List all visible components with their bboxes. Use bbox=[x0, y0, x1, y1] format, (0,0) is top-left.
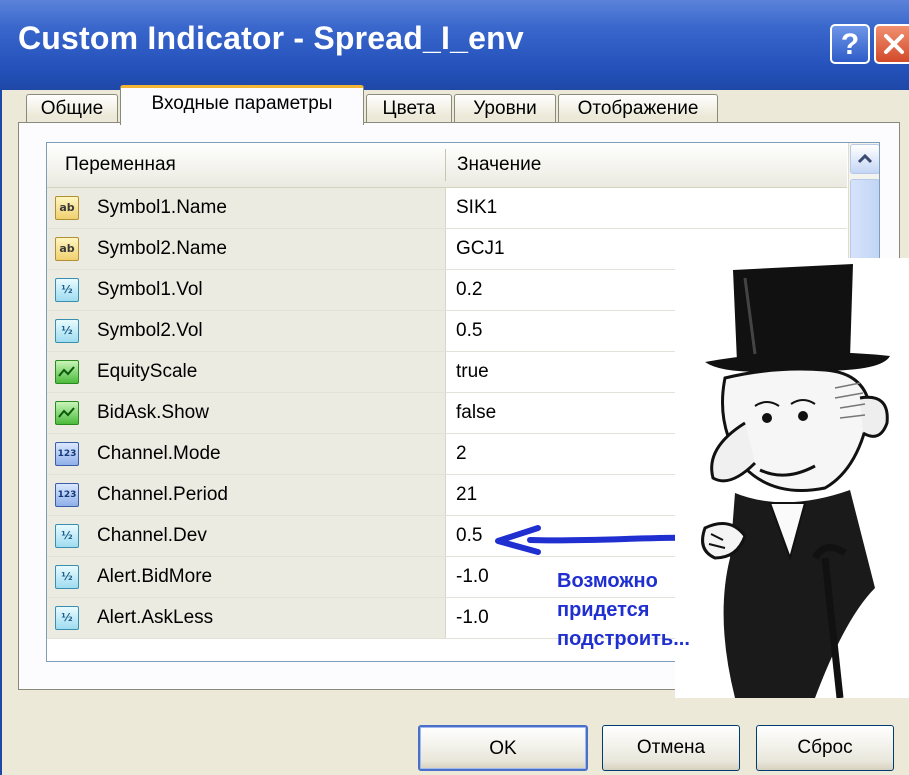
variable-value: 0.2 bbox=[456, 279, 483, 300]
top-hat-gentleman-illustration bbox=[675, 258, 909, 698]
name-cell: ½ Symbol1.Vol bbox=[47, 270, 446, 310]
annotation-text: Возможно придется подстроить... bbox=[557, 567, 690, 654]
variable-value: false bbox=[456, 402, 497, 423]
annotation-line: Возможно bbox=[557, 570, 658, 592]
name-cell: ½ Channel.Dev bbox=[47, 516, 446, 556]
window-title: Custom Indicator - Spread_I_env bbox=[18, 20, 524, 56]
column-header-variable[interactable]: Переменная bbox=[65, 143, 176, 187]
tab-display[interactable]: Отображение bbox=[558, 94, 718, 122]
tab-colors[interactable]: Цвета bbox=[366, 94, 452, 122]
double-type-icon: ½ bbox=[55, 524, 79, 548]
variable-name: Symbol2.Vol bbox=[97, 320, 203, 341]
reset-button[interactable]: Сброс bbox=[756, 725, 894, 771]
ok-button[interactable]: OK bbox=[418, 725, 588, 771]
variable-value: SIK1 bbox=[456, 197, 498, 218]
annotation-line: подстроить... bbox=[557, 628, 690, 650]
double-type-icon: ½ bbox=[55, 565, 79, 589]
variable-name: Alert.AskLess bbox=[97, 607, 214, 628]
variable-value: true bbox=[456, 361, 489, 382]
double-type-icon: ½ bbox=[55, 319, 79, 343]
variable-name: Channel.Mode bbox=[97, 443, 221, 464]
column-header-value[interactable]: Значение bbox=[457, 143, 541, 187]
name-cell: EquityScale bbox=[47, 352, 446, 392]
variable-name: Symbol1.Vol bbox=[97, 279, 203, 300]
scroll-up-button[interactable] bbox=[850, 144, 879, 174]
annotation-line: придется bbox=[557, 599, 650, 621]
help-button[interactable]: ? bbox=[830, 24, 870, 64]
tab-levels[interactable]: Уровни bbox=[454, 94, 556, 122]
close-button[interactable] bbox=[874, 24, 909, 64]
name-cell: ½ Symbol2.Vol bbox=[47, 311, 446, 351]
name-cell: ab Symbol2.Name bbox=[47, 229, 446, 269]
column-divider[interactable] bbox=[445, 149, 446, 181]
variable-name: EquityScale bbox=[97, 361, 198, 382]
variable-name: Symbol2.Name bbox=[97, 238, 227, 259]
variable-value: GCJ1 bbox=[456, 238, 505, 259]
variable-name: Channel.Dev bbox=[97, 525, 207, 546]
chevron-up-icon bbox=[857, 153, 873, 164]
variable-value: -1.0 bbox=[456, 566, 489, 587]
variable-value: 2 bbox=[456, 443, 467, 464]
double-type-icon: ½ bbox=[55, 278, 79, 302]
tab-general[interactable]: Общие bbox=[26, 94, 118, 122]
string-type-icon: ab bbox=[55, 196, 79, 220]
bool-type-icon bbox=[55, 401, 79, 425]
variable-name: Symbol1.Name bbox=[97, 197, 227, 218]
grid-header: Переменная Значение bbox=[47, 143, 847, 188]
variable-name: Channel.Period bbox=[97, 484, 228, 505]
variable-value: 0.5 bbox=[456, 525, 483, 546]
name-cell: ½ Alert.BidMore bbox=[47, 557, 446, 597]
int-type-icon: 123 bbox=[55, 483, 79, 507]
cancel-button[interactable]: Отмена bbox=[602, 725, 740, 771]
variable-value: 0.5 bbox=[456, 320, 483, 341]
variable-name: BidAsk.Show bbox=[97, 402, 209, 423]
name-cell: BidAsk.Show bbox=[47, 393, 446, 433]
tab-input-parameters[interactable]: Входные параметры bbox=[120, 85, 364, 125]
bool-type-icon bbox=[55, 360, 79, 384]
value-cell[interactable]: SIK1 bbox=[446, 188, 847, 228]
name-cell: ab Symbol1.Name bbox=[47, 188, 446, 228]
name-cell: 123 Channel.Period bbox=[47, 475, 446, 515]
variable-name: Alert.BidMore bbox=[97, 566, 213, 587]
table-row[interactable]: ab Symbol1.Name SIK1 bbox=[47, 188, 847, 229]
int-type-icon: 123 bbox=[55, 442, 79, 466]
variable-value: -1.0 bbox=[456, 607, 489, 628]
variable-value: 21 bbox=[456, 484, 478, 505]
string-type-icon: ab bbox=[55, 237, 79, 261]
name-cell: ½ Alert.AskLess bbox=[47, 598, 446, 638]
title-bar: Custom Indicator - Spread_I_env ? bbox=[0, 0, 909, 90]
double-type-icon: ½ bbox=[55, 606, 79, 630]
close-icon bbox=[884, 34, 904, 54]
name-cell: 123 Channel.Mode bbox=[47, 434, 446, 474]
